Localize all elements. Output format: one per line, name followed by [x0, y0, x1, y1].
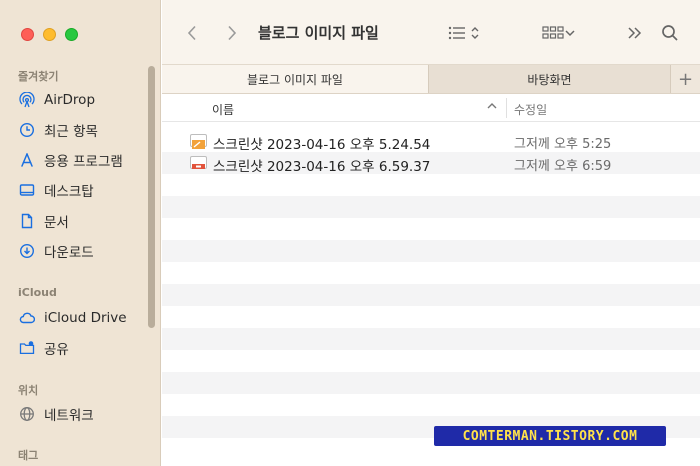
- column-date-modified[interactable]: 수정일: [514, 101, 547, 118]
- sidebar-item-label: 공유: [44, 342, 69, 358]
- back-button[interactable]: [182, 22, 202, 44]
- sidebar: 즐겨찾기 AirDrop 최근 항목 응용 프로그램 데스크탑 문서 다운로드 …: [0, 0, 161, 466]
- sidebar-item-downloads[interactable]: 다운로드: [18, 240, 94, 262]
- sidebar-scrollbar[interactable]: [148, 66, 155, 328]
- table-row[interactable]: 스크린샷 2023-04-16 오후 5.24.54 그저께 오후 5:25: [162, 130, 700, 153]
- column-divider[interactable]: [506, 98, 507, 118]
- empty-row: [162, 328, 700, 350]
- sidebar-item-label: AirDrop: [44, 92, 96, 108]
- chevron-right-icon: [228, 25, 237, 41]
- tab-label: 바탕화면: [527, 72, 572, 87]
- sidebar-item-label: 응용 프로그램: [44, 154, 123, 170]
- empty-row: [162, 284, 700, 306]
- screenshot-thumbnail-icon: [190, 134, 207, 149]
- empty-row: [162, 218, 700, 240]
- file-list: 스크린샷 2023-04-16 오후 5.24.54 그저께 오후 5:25 스…: [162, 130, 700, 466]
- favorites-header: 즐겨찾기: [18, 70, 59, 83]
- sidebar-item-label: iCloud Drive: [44, 310, 127, 326]
- search-icon: [662, 25, 678, 41]
- grid-icon: [542, 26, 564, 39]
- sidebar-item-desktop[interactable]: 데스크탑: [18, 179, 94, 201]
- window-title: 블로그 이미지 파일: [258, 24, 379, 42]
- empty-row: [162, 240, 700, 262]
- plus-icon: +: [677, 68, 694, 90]
- sidebar-item-label: 데스크탑: [44, 184, 94, 200]
- forward-button[interactable]: [222, 22, 242, 44]
- new-tab-button[interactable]: +: [670, 65, 700, 93]
- sidebar-item-recents[interactable]: 최근 항목: [18, 119, 98, 141]
- download-icon: [18, 242, 36, 260]
- double-chevron-right-icon: [628, 27, 642, 39]
- empty-row: [162, 262, 700, 284]
- desktop-icon: [18, 181, 36, 199]
- sidebar-item-applications[interactable]: 응용 프로그램: [18, 149, 123, 171]
- sidebar-item-label: 네트워크: [44, 408, 94, 424]
- empty-row: [162, 174, 700, 196]
- column-header: 이름 수정일: [162, 94, 700, 122]
- tab-desktop[interactable]: 바탕화면: [428, 65, 670, 93]
- file-name: 스크린샷 2023-04-16 오후 5.24.54: [213, 137, 431, 153]
- sidebar-item-label: 문서: [44, 215, 69, 231]
- sidebar-item-shared[interactable]: 공유: [18, 337, 69, 359]
- empty-row: [162, 372, 700, 394]
- window-controls: [21, 28, 78, 41]
- zoom-window-button[interactable]: [65, 28, 78, 41]
- sort-ascending-icon[interactable]: [486, 99, 498, 116]
- clock-icon: [18, 121, 36, 139]
- document-icon: [18, 212, 36, 230]
- more-toolbar-button[interactable]: [624, 22, 646, 44]
- chevron-left-icon: [187, 25, 196, 41]
- cloud-icon: [18, 309, 36, 327]
- watermark: COMTERMAN.TISTORY.COM: [434, 426, 666, 446]
- list-view-icon: [448, 26, 465, 40]
- file-date: 그저께 오후 5:25: [514, 137, 612, 152]
- chevron-updown-icon: [471, 27, 479, 39]
- empty-row: [162, 350, 700, 372]
- finder-window: 즐겨찾기 AirDrop 최근 항목 응용 프로그램 데스크탑 문서 다운로드 …: [0, 0, 700, 466]
- file-name: 스크린샷 2023-04-16 오후 6.59.37: [213, 159, 431, 175]
- minimize-window-button[interactable]: [43, 28, 56, 41]
- sidebar-item-label: 다운로드: [44, 245, 94, 261]
- airdrop-icon: [18, 91, 36, 109]
- shared-folder-icon: [18, 339, 36, 357]
- tags-header: 태그: [18, 449, 39, 462]
- icloud-header: iCloud: [18, 286, 57, 299]
- chevron-down-icon: [565, 30, 575, 37]
- table-row[interactable]: 스크린샷 2023-04-16 오후 6.59.37 그저께 오후 6:59: [162, 152, 700, 175]
- sidebar-item-documents[interactable]: 문서: [18, 210, 69, 232]
- locations-header: 위치: [18, 384, 39, 397]
- empty-row: [162, 306, 700, 328]
- group-button[interactable]: [538, 22, 580, 44]
- sidebar-item-network[interactable]: 네트워크: [18, 403, 94, 425]
- view-mode-button[interactable]: [442, 22, 486, 44]
- tab-label: 블로그 이미지 파일: [247, 72, 343, 87]
- file-date: 그저께 오후 6:59: [514, 159, 612, 174]
- screenshot-thumbnail-icon: [190, 156, 207, 169]
- column-name[interactable]: 이름: [212, 101, 234, 118]
- tab-blog-images[interactable]: 블로그 이미지 파일: [162, 65, 428, 93]
- network-icon: [18, 405, 36, 423]
- empty-row: [162, 394, 700, 416]
- empty-row: [162, 196, 700, 218]
- close-window-button[interactable]: [21, 28, 34, 41]
- tab-bar: 블로그 이미지 파일 바탕화면 +: [162, 64, 700, 94]
- applications-icon: [18, 151, 36, 169]
- toolbar: 블로그 이미지 파일: [162, 0, 700, 64]
- sidebar-item-icloud-drive[interactable]: iCloud Drive: [18, 307, 127, 329]
- sidebar-item-label: 최근 항목: [44, 124, 98, 140]
- search-button[interactable]: [659, 22, 681, 44]
- sidebar-item-airdrop[interactable]: AirDrop: [18, 89, 95, 111]
